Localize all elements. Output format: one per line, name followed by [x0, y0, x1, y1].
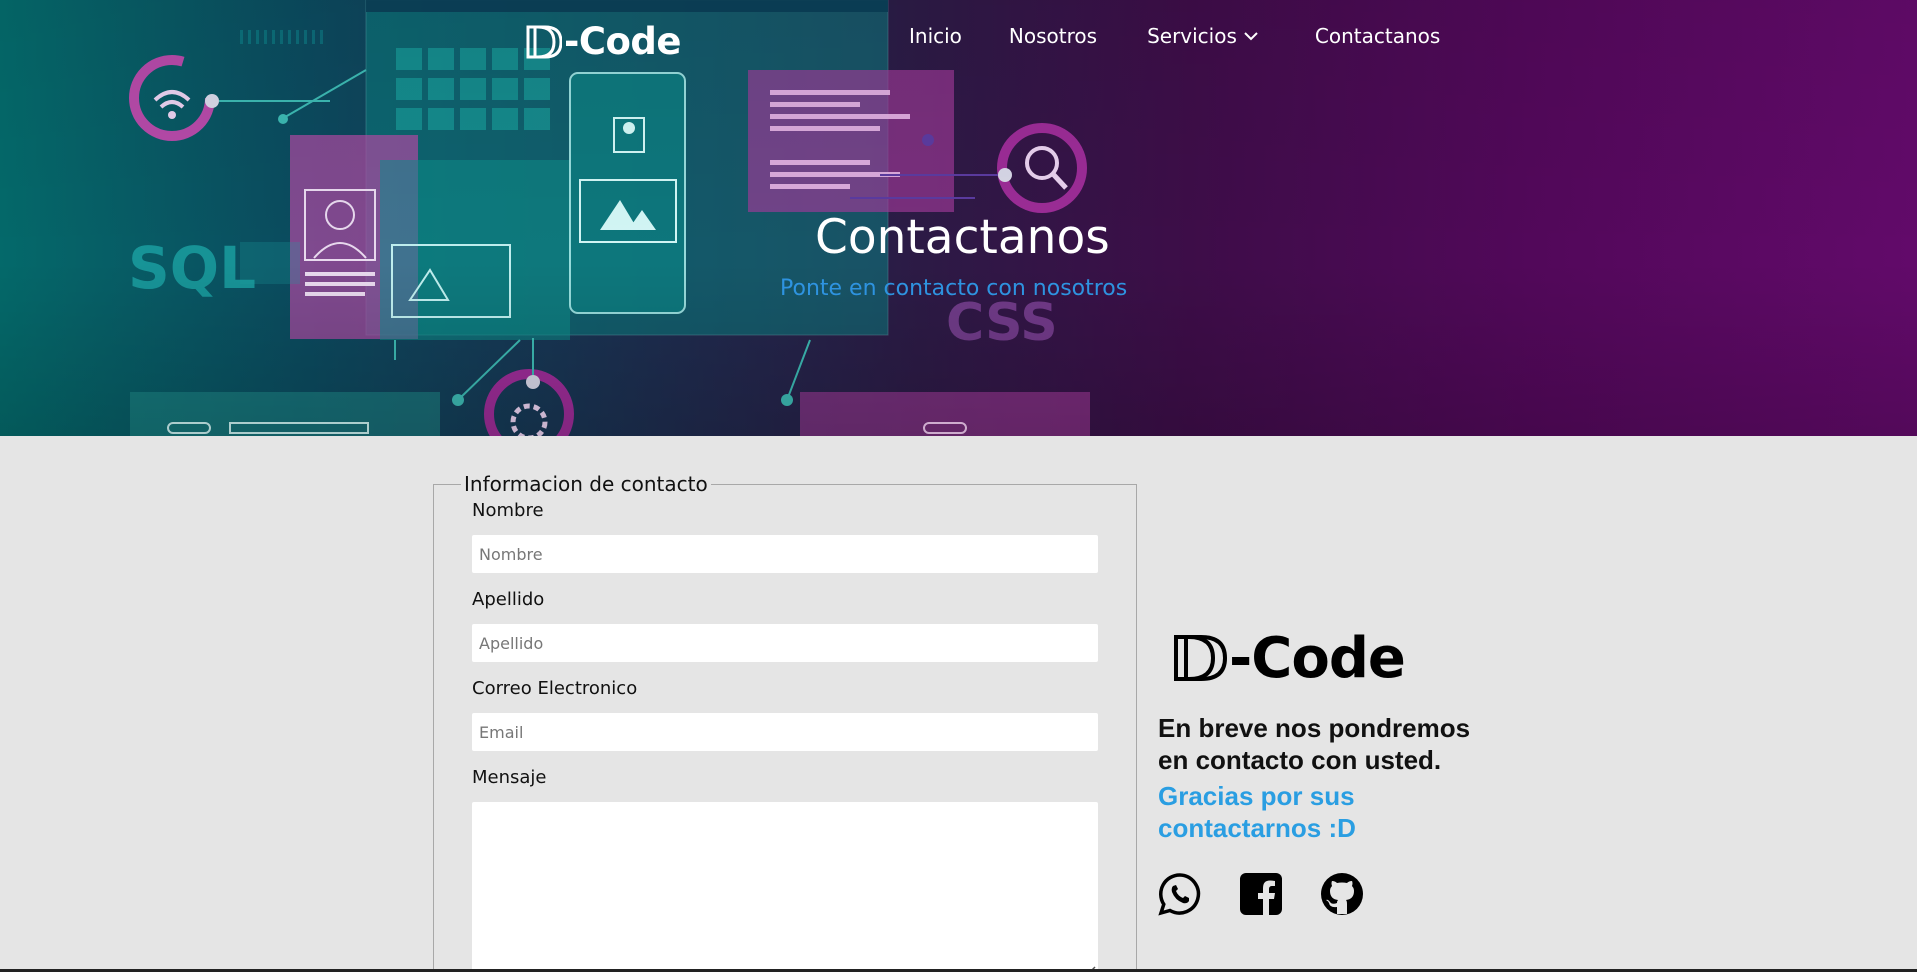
hero-banner: SQL CSS -Code Inicio Nosotros Servicios … — [0, 0, 1917, 436]
site-logo[interactable]: -Code — [526, 20, 682, 63]
social-links — [1158, 872, 1498, 916]
side-logo-text: -Code — [1229, 625, 1406, 691]
github-link[interactable] — [1320, 872, 1364, 916]
page-title: Contactanos — [815, 210, 1110, 265]
contact-info-panel: -Code En breve nos pondremos en contacto… — [1158, 626, 1498, 916]
main-nav: Inicio Nosotros Servicios Contactanos — [909, 24, 1440, 48]
apellido-label: Apellido — [472, 589, 545, 610]
thanks-message: Gracias por sus contactarnos :D — [1158, 781, 1356, 843]
mensaje-label: Mensaje — [472, 767, 547, 788]
side-logo: -Code — [1173, 625, 1498, 691]
css-art-label: CSS — [946, 293, 1058, 353]
nav-dropdown-servicios[interactable]: Servicios — [1147, 24, 1259, 48]
nav-link-contactanos[interactable]: Contactanos — [1315, 24, 1440, 48]
email-input[interactable] — [472, 713, 1098, 751]
whatsapp-icon — [1158, 873, 1201, 916]
nav-link-servicios-label: Servicios — [1147, 24, 1237, 48]
dd-logo-icon — [526, 25, 562, 58]
contact-form: Informacion de contacto Nombre Apellido … — [433, 472, 1137, 972]
github-icon — [1321, 873, 1363, 915]
apellido-input[interactable] — [472, 624, 1098, 662]
chevron-down-icon — [1244, 32, 1258, 41]
email-label: Correo Electronico — [472, 678, 638, 699]
site-logo-text: -Code — [564, 20, 682, 63]
facebook-link[interactable] — [1239, 872, 1283, 916]
nav-link-nosotros[interactable]: Nosotros — [1009, 24, 1097, 48]
dd-logo-icon — [1174, 635, 1227, 681]
whatsapp-link[interactable] — [1158, 872, 1202, 916]
facebook-icon — [1240, 873, 1282, 916]
sql-art-label: SQL — [128, 234, 256, 302]
mensaje-textarea[interactable] — [472, 802, 1098, 972]
contact-message: En breve nos pondremos en contacto con u… — [1158, 713, 1471, 775]
nombre-input[interactable] — [472, 535, 1098, 573]
contact-form-legend: Informacion de contacto — [464, 472, 708, 496]
page-subtitle: Ponte en contacto con nosotros — [780, 276, 1128, 301]
nav-link-inicio[interactable]: Inicio — [909, 24, 962, 48]
nombre-label: Nombre — [472, 500, 544, 521]
